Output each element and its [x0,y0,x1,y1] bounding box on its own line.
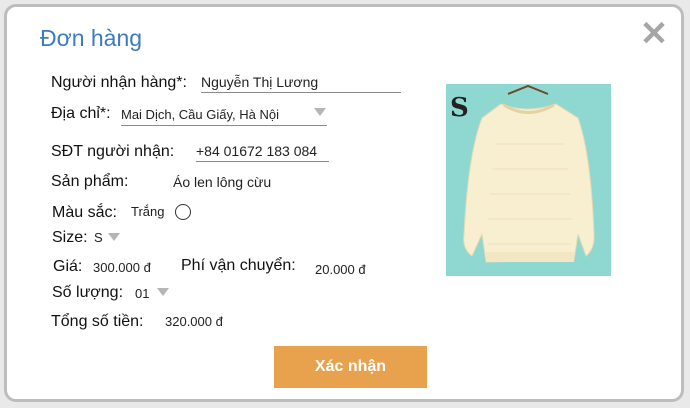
price-value: 300.000 đ [93,260,151,275]
dialog-title: Đơn hàng [40,25,143,51]
phone-value: +84 01672 183 084 [196,143,318,159]
shipping-value: 20.000 đ [315,262,366,277]
address-dropdown-icon[interactable] [314,108,326,116]
size-dropdown-icon[interactable] [108,233,120,241]
product-label: Sản phẩm: [51,173,129,190]
size-label: Size: [52,229,88,246]
confirm-button[interactable]: Xác nhận [274,346,427,388]
recipient-value: Nguyễn Thị Lương [201,74,319,90]
close-icon[interactable]: ✕ [637,17,671,51]
size-value[interactable]: S [94,230,103,245]
price-label: Giá: [53,258,83,275]
total-label: Tổng số tiền: [51,313,144,330]
svg-text:S: S [450,93,469,123]
total-value: 320.000 đ [165,314,223,329]
color-value: Trắng [131,204,165,219]
recipient-input[interactable]: Nguyễn Thị Lương [201,74,401,93]
address-label: Địa chỉ*: [51,105,111,122]
recipient-label: Người nhận hàng*: [51,74,187,91]
phone-label: SĐT người nhận: [51,143,175,160]
shipping-label: Phí vận chuyển: [181,257,296,274]
product-value: Áo len lông cừu [173,174,272,190]
address-value: Mai Dịch, Cầu Giấy, Hà Nội [121,107,279,122]
quantity-label: Số lượng: [52,284,124,301]
address-select[interactable]: Mai Dịch, Cầu Giấy, Hà Nội [121,107,327,126]
color-swatch-radio[interactable] [175,204,191,220]
quantity-dropdown-icon[interactable] [157,288,169,296]
color-label: Màu sắc: [52,204,117,221]
phone-input[interactable]: +84 01672 183 084 [196,143,329,162]
quantity-value[interactable]: 01 [135,286,149,301]
order-dialog: Đơn hàng ✕ Người nhận hàng*: Nguyễn Thị … [4,4,684,402]
sweater-product-image: S [446,84,611,276]
